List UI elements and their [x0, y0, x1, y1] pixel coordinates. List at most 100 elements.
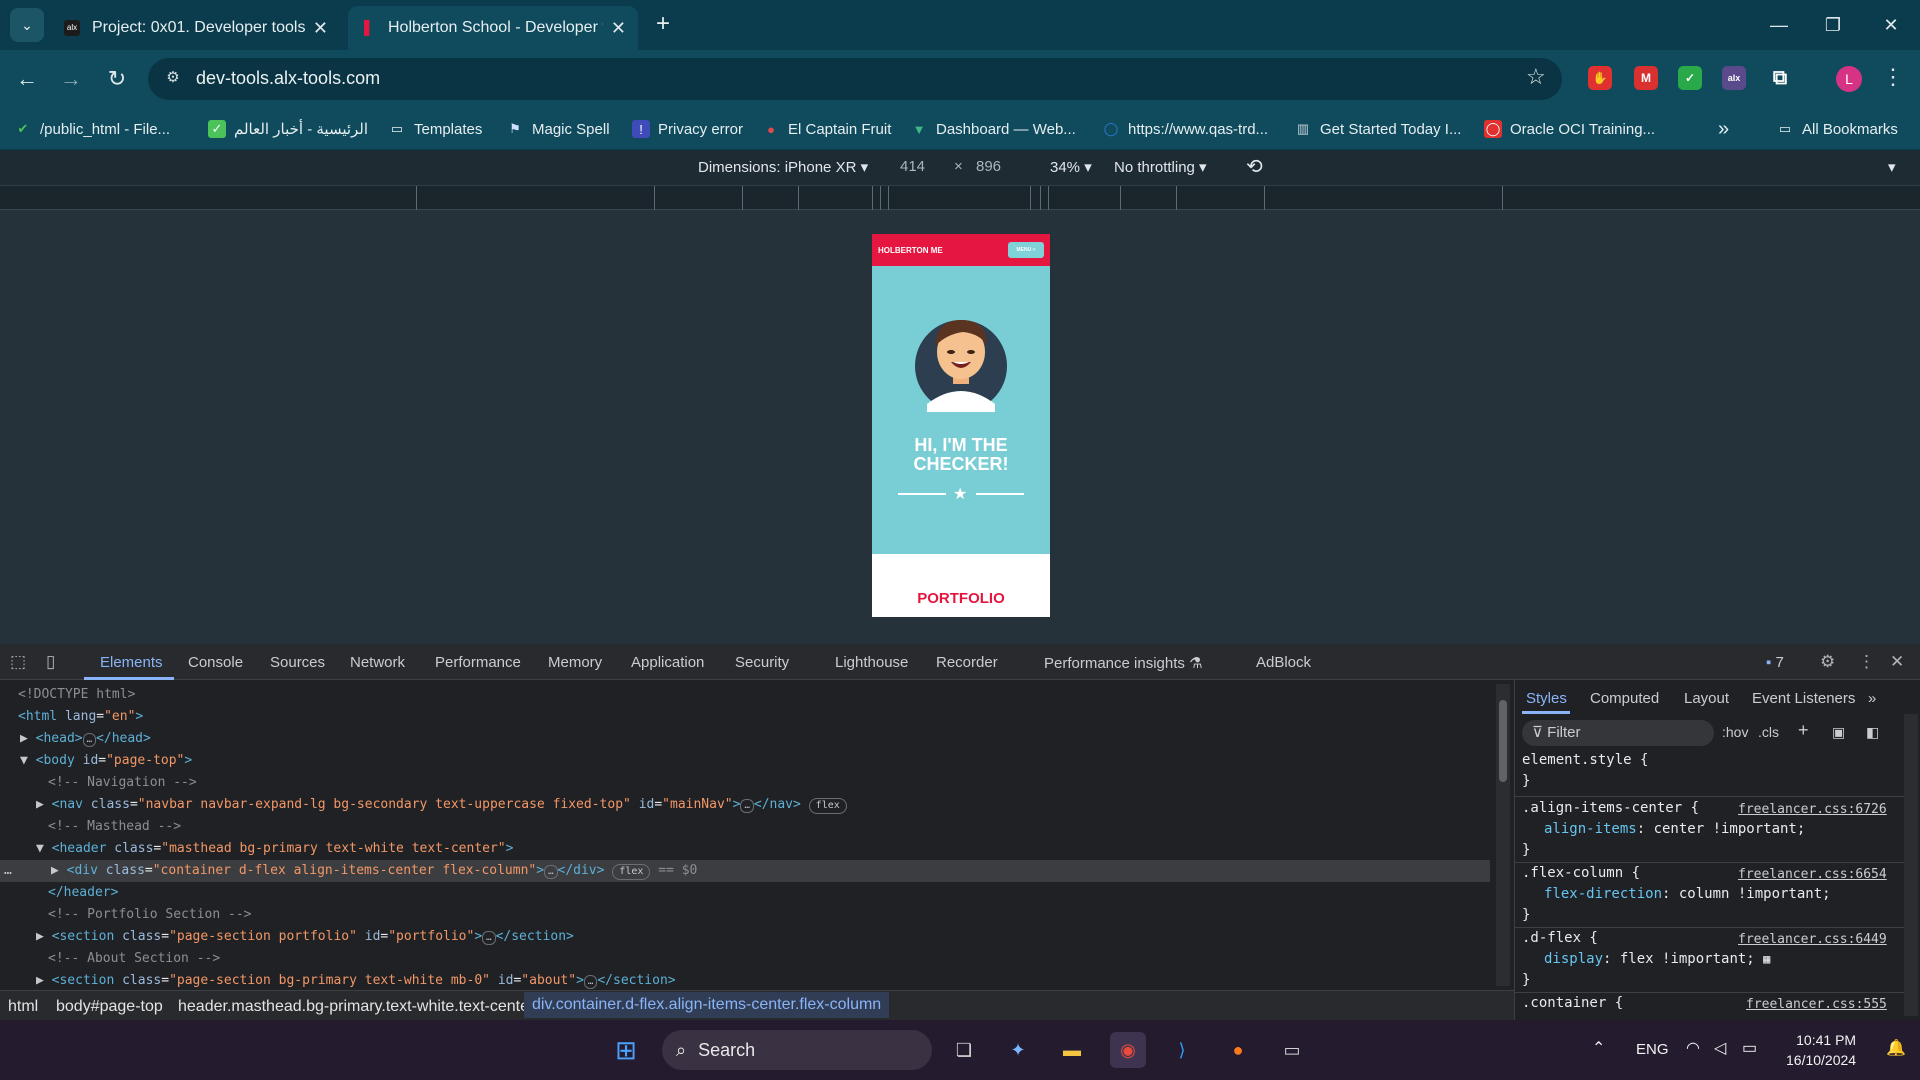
style-rule[interactable]: .container { [1522, 995, 1623, 1011]
cls-toggle[interactable]: .cls [1758, 724, 1779, 740]
styles-scrollbar[interactable] [1904, 714, 1918, 1016]
bookmark-item[interactable]: ✔ /public_html - File... [14, 114, 171, 144]
new-rule-icon[interactable]: + [1798, 720, 1809, 741]
bookmark-star-icon[interactable]: ☆ [1526, 64, 1546, 90]
devtools-tab-adblock[interactable]: AdBlock [1256, 654, 1311, 671]
copilot-icon[interactable]: ✦ [1000, 1032, 1036, 1068]
sidebar-toggle-icon[interactable]: ◧ [1866, 724, 1879, 741]
language-indicator[interactable]: ENG [1636, 1041, 1669, 1058]
paint-icon[interactable]: ▣ [1832, 724, 1845, 741]
bookmark-item[interactable]: ● El Captain Fruit [762, 114, 891, 144]
device-toggle-icon[interactable]: ▯ [46, 652, 55, 672]
dom-node-selected[interactable]: … ▶ <div class="container d-flex align-i… [0, 860, 1490, 882]
windows-start-icon[interactable]: ⊞ [608, 1032, 644, 1068]
extension-mendeley-icon[interactable]: M [1634, 66, 1658, 90]
collapsed-ellipsis[interactable]: … [82, 733, 97, 747]
url-text[interactable]: dev-tools.alx-tools.com [196, 68, 380, 89]
issues-counter[interactable]: ▪ 7 [1766, 654, 1784, 671]
device-select[interactable]: Dimensions: iPhone XR ▾ [698, 158, 868, 176]
close-icon[interactable]: ✕ [313, 18, 328, 39]
tab-search-button[interactable]: ⌄ [10, 8, 44, 42]
browser-menu-icon[interactable]: ⋮ [1882, 64, 1904, 90]
expand-arrow-icon[interactable]: ▶ [36, 797, 44, 812]
extension-shield-icon[interactable]: ✓ [1678, 66, 1702, 90]
back-button[interactable]: ← [10, 62, 44, 96]
zoom-select[interactable]: 34% ▾ [1050, 158, 1092, 176]
dom-scrollbar-thumb[interactable] [1499, 700, 1507, 782]
styles-tab-computed[interactable]: Computed [1590, 690, 1659, 707]
collapsed-ellipsis[interactable]: … [740, 799, 754, 813]
devtools-menu-icon[interactable]: ⋮ [1858, 652, 1875, 672]
battery-icon[interactable]: ▭ [1742, 1038, 1757, 1058]
style-rule[interactable]: element.style { [1522, 752, 1648, 768]
tab-holberton[interactable]: ❚ Holberton School - Developer t ✕ [348, 6, 638, 50]
tray-overflow-icon[interactable]: ⌃ [1592, 1038, 1605, 1058]
styles-tab-event-listeners[interactable]: Event Listeners [1752, 690, 1855, 707]
volume-icon[interactable]: ◁ [1714, 1038, 1726, 1058]
style-declaration[interactable]: flex-direction: column !important; [1544, 886, 1831, 902]
notification-bell-icon[interactable]: 🔔 [1886, 1038, 1906, 1058]
styles-tab-styles[interactable]: Styles [1526, 690, 1567, 707]
taskbar-search[interactable]: ⌕ Search [662, 1030, 932, 1070]
device-options-icon[interactable]: ▾ [1888, 158, 1896, 176]
style-declaration[interactable]: align-items: center !important; [1544, 821, 1805, 837]
devtools-tab-sources[interactable]: Sources [270, 654, 325, 671]
close-window-button[interactable]: ✕ [1868, 10, 1914, 40]
more-bookmarks-button[interactable]: » [1718, 114, 1729, 144]
row-options-icon[interactable]: … [4, 863, 12, 878]
dom-node[interactable]: <!-- Portfolio Section --> [48, 904, 252, 926]
clock[interactable]: 10:41 PM 16/10/2024 [1786, 1030, 1856, 1070]
all-bookmarks-button[interactable]: ▭ All Bookmarks [1776, 114, 1898, 144]
flex-badge[interactable]: flex [612, 864, 651, 880]
vscode-icon[interactable]: ⟩ [1164, 1032, 1200, 1068]
dom-node[interactable]: <!-- Navigation --> [48, 772, 197, 794]
devtools-tab-recorder[interactable]: Recorder [936, 654, 998, 671]
device-screen[interactable]: HOLBERTON ME MENU ≡ HI, I'M THE CHECKER!… [872, 234, 1050, 617]
site-brand[interactable]: HOLBERTON ME [878, 246, 943, 255]
devtools-tab-console[interactable]: Console [188, 654, 243, 671]
source-link[interactable]: freelancer.css:6654 [1738, 867, 1887, 882]
dom-node[interactable]: ▶ <head>… </head> [20, 728, 151, 750]
breadcrumb-item[interactable]: header.masthead.bg-primary.text-white.te… [178, 998, 534, 1016]
tab-project[interactable]: alx Project: 0x01. Developer tools | ✕ [52, 6, 340, 50]
profile-avatar[interactable]: L [1836, 66, 1862, 92]
bookmark-item[interactable]: ▼ Dashboard — Web... [910, 114, 1076, 144]
style-rule[interactable]: .d-flex { [1522, 930, 1598, 946]
devtools-tab-memory[interactable]: Memory [548, 654, 602, 671]
extension-hand-icon[interactable]: ✋ [1588, 66, 1612, 90]
expand-arrow-icon[interactable]: ▶ [20, 731, 28, 746]
throttling-select[interactable]: No throttling ▾ [1114, 158, 1207, 176]
collapsed-ellipsis[interactable]: … [544, 865, 558, 879]
minimize-button[interactable]: — [1756, 10, 1802, 40]
collapsed-ellipsis[interactable]: … [583, 975, 598, 989]
dom-node[interactable]: ▼ <header class="masthead bg-primary tex… [36, 838, 513, 860]
dom-node[interactable]: ▶ <section class="page-section portfolio… [36, 926, 574, 948]
bookmark-folder[interactable]: ▭ Templates [388, 114, 483, 144]
bookmark-item[interactable]: ✓ الرئيسية - أخبار العالم [208, 114, 368, 144]
firefox-icon[interactable]: ● [1220, 1032, 1256, 1068]
restore-button[interactable]: ❐ [1810, 10, 1856, 40]
styles-filter-input[interactable]: ⊽ Filter [1522, 720, 1714, 746]
site-info-icon[interactable]: ⚙ [162, 68, 184, 90]
settings-gear-icon[interactable]: ⚙ [1820, 652, 1835, 672]
flex-badge[interactable]: flex [808, 798, 847, 814]
dom-node[interactable]: <html lang="en"> [18, 706, 143, 728]
dom-node[interactable]: ▶ <section class="page-section bg-primar… [36, 970, 676, 992]
expand-arrow-icon[interactable]: ▶ [36, 929, 44, 944]
dom-node[interactable]: ▼ <body id="page-top"> [20, 750, 192, 772]
breadcrumb-item[interactable]: body#page-top [56, 998, 163, 1016]
devtools-tab-elements[interactable]: Elements [100, 654, 163, 671]
bookmark-item[interactable]: ◯ https://www.qas-trd... [1102, 114, 1268, 144]
bookmark-item[interactable]: ⚑ Magic Spell [506, 114, 609, 144]
source-link[interactable]: freelancer.css:555 [1746, 997, 1887, 1012]
devtools-tab-security[interactable]: Security [735, 654, 789, 671]
source-link[interactable]: freelancer.css:6449 [1738, 932, 1887, 947]
devtools-tab-network[interactable]: Network [350, 654, 405, 671]
rotate-icon[interactable]: ⟲ [1246, 154, 1263, 179]
style-declaration[interactable]: display: flex !important; ▦ [1544, 951, 1770, 967]
forward-button[interactable]: → [54, 62, 88, 96]
dom-node[interactable]: <!DOCTYPE html> [18, 684, 135, 706]
more-tabs-icon[interactable]: » [1868, 690, 1876, 707]
chrome-icon[interactable]: ◉ [1110, 1032, 1146, 1068]
bookmark-item[interactable]: ▥ Get Started Today I... [1294, 114, 1462, 144]
